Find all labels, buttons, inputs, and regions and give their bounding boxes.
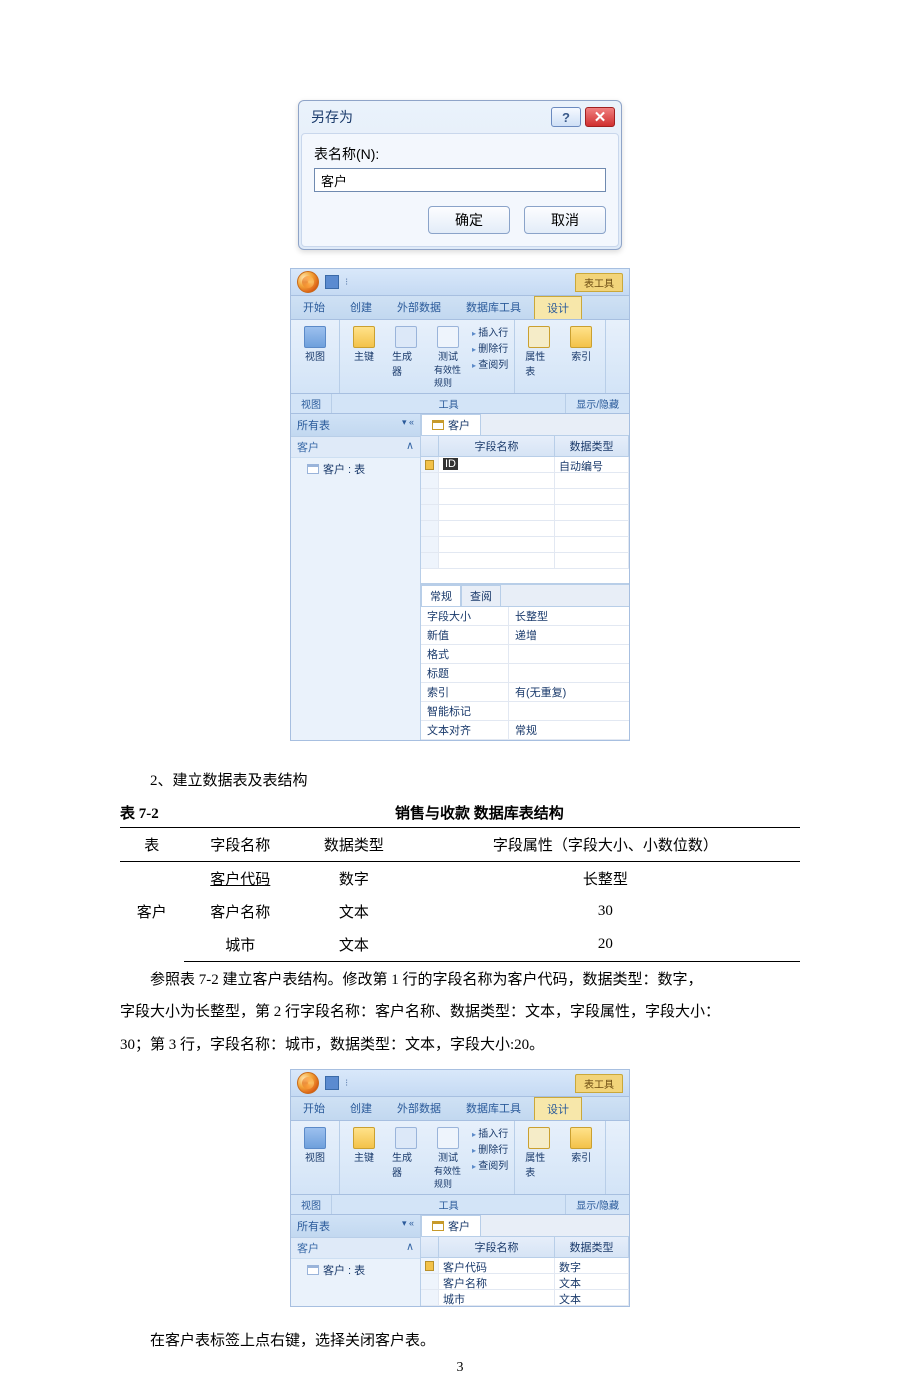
col-data-type: 数据类型 — [555, 436, 629, 456]
step-2-heading: 2、建立数据表及表结构 — [120, 767, 800, 796]
group-view: 视图 — [291, 394, 332, 413]
primary-key-icon — [425, 1261, 434, 1271]
office-button[interactable] — [297, 271, 319, 293]
field-row[interactable]: 客户名称 文本 — [421, 1274, 629, 1290]
office-button[interactable] — [297, 1072, 319, 1094]
ok-button[interactable]: 确定 — [428, 206, 510, 234]
save-icon[interactable] — [325, 275, 339, 289]
lookup-col[interactable]: 查阅列 — [472, 356, 508, 371]
access-screenshot-1: ⁝ 表工具 开始 创建 外部数据 数据库工具 设计 视图 主键 生成器 测试有效… — [290, 268, 630, 741]
paragraph-line-3: 30；第 3 行，字段名称：城市，数据类型：文本，字段大小:20。 — [120, 1031, 800, 1060]
primary-key-icon — [425, 460, 434, 470]
table-name-label: 表名称(N): — [314, 144, 606, 164]
prop-tab-general[interactable]: 常规 — [421, 585, 461, 606]
group-tools: 工具 — [332, 394, 566, 413]
save-icon[interactable] — [325, 1076, 339, 1090]
table-title: 销售与收款 数据库表结构 — [159, 802, 800, 823]
view-button[interactable]: 视图 — [297, 324, 333, 365]
delete-row[interactable]: 删除行 — [472, 340, 508, 355]
prop-tab-lookup[interactable]: 查阅 — [461, 585, 501, 606]
tab-create[interactable]: 创建 — [338, 296, 385, 319]
tab-start[interactable]: 开始 — [291, 296, 338, 319]
close-button[interactable]: ✕ — [585, 107, 615, 127]
save-as-dialog: 另存为 ? ✕ 表名称(N): 确定 取消 — [298, 100, 622, 250]
cancel-button[interactable]: 取消 — [524, 206, 606, 234]
builder-button[interactable]: 生成器 — [388, 324, 424, 380]
col-field-name: 字段名称 — [439, 436, 555, 456]
page-number: 3 — [0, 1360, 920, 1376]
group-show: 显示/隐藏 — [566, 394, 629, 413]
primary-key-button[interactable]: 主键 — [346, 324, 382, 365]
tab-design[interactable]: 设计 — [534, 296, 582, 319]
table-number: 表 7-2 — [120, 802, 159, 823]
nav-item-customer-table[interactable]: 客户 : 表 — [291, 458, 420, 480]
tab-external[interactable]: 外部数据 — [385, 296, 454, 319]
field-row[interactable]: 城市 文本 — [421, 1290, 629, 1306]
property-sheet-button[interactable]: 属性表 — [521, 324, 557, 380]
tab-dbtools[interactable]: 数据库工具 — [454, 296, 534, 319]
object-tab-customer[interactable]: 客户 — [421, 414, 481, 435]
paragraph-line-2: 字段大小为长整型，第 2 行字段名称：客户名称、数据类型：文本，字段属性，字段大… — [120, 998, 800, 1027]
contextual-tab-label: 表工具 — [575, 273, 623, 292]
test-button[interactable]: 测试有效性规则 — [430, 324, 466, 391]
dialog-title: 另存为 — [311, 107, 353, 127]
nav-header[interactable]: 所有表▾ « — [291, 414, 420, 437]
nav-group-customer[interactable]: 客户∧ — [291, 437, 420, 458]
access-screenshot-2: ⁝ 表工具 开始 创建 外部数据 数据库工具 设计 视图 主键 生成器 测试有效… — [290, 1069, 630, 1307]
help-button[interactable]: ? — [551, 107, 581, 127]
table-name-input[interactable] — [314, 168, 606, 192]
field-row[interactable]: 客户代码 数字 — [421, 1258, 629, 1274]
schema-table: 表 字段名称 数据类型 字段属性（字段大小、小数位数） 客户 客户代码 数字 长… — [120, 827, 800, 962]
indexes-button[interactable]: 索引 — [563, 324, 599, 365]
insert-row[interactable]: 插入行 — [472, 324, 508, 339]
close-instruction: 在客户表标签上点右键，选择关闭客户表。 — [120, 1327, 800, 1356]
paragraph-line-1: 参照表 7-2 建立客户表结构。修改第 1 行的字段名称为客户代码，数据类型：数… — [120, 966, 800, 995]
field-row[interactable]: ID 自动编号 — [421, 457, 629, 473]
